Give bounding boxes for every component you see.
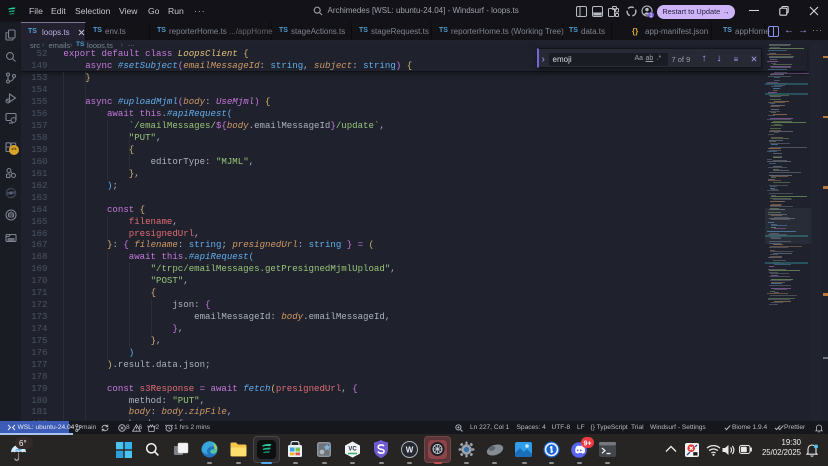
svg-text:9+: 9+: [584, 440, 592, 447]
svg-text:1: 1: [649, 13, 652, 18]
svg-text:W: W: [406, 445, 414, 454]
svg-text:VC: VC: [348, 446, 357, 452]
